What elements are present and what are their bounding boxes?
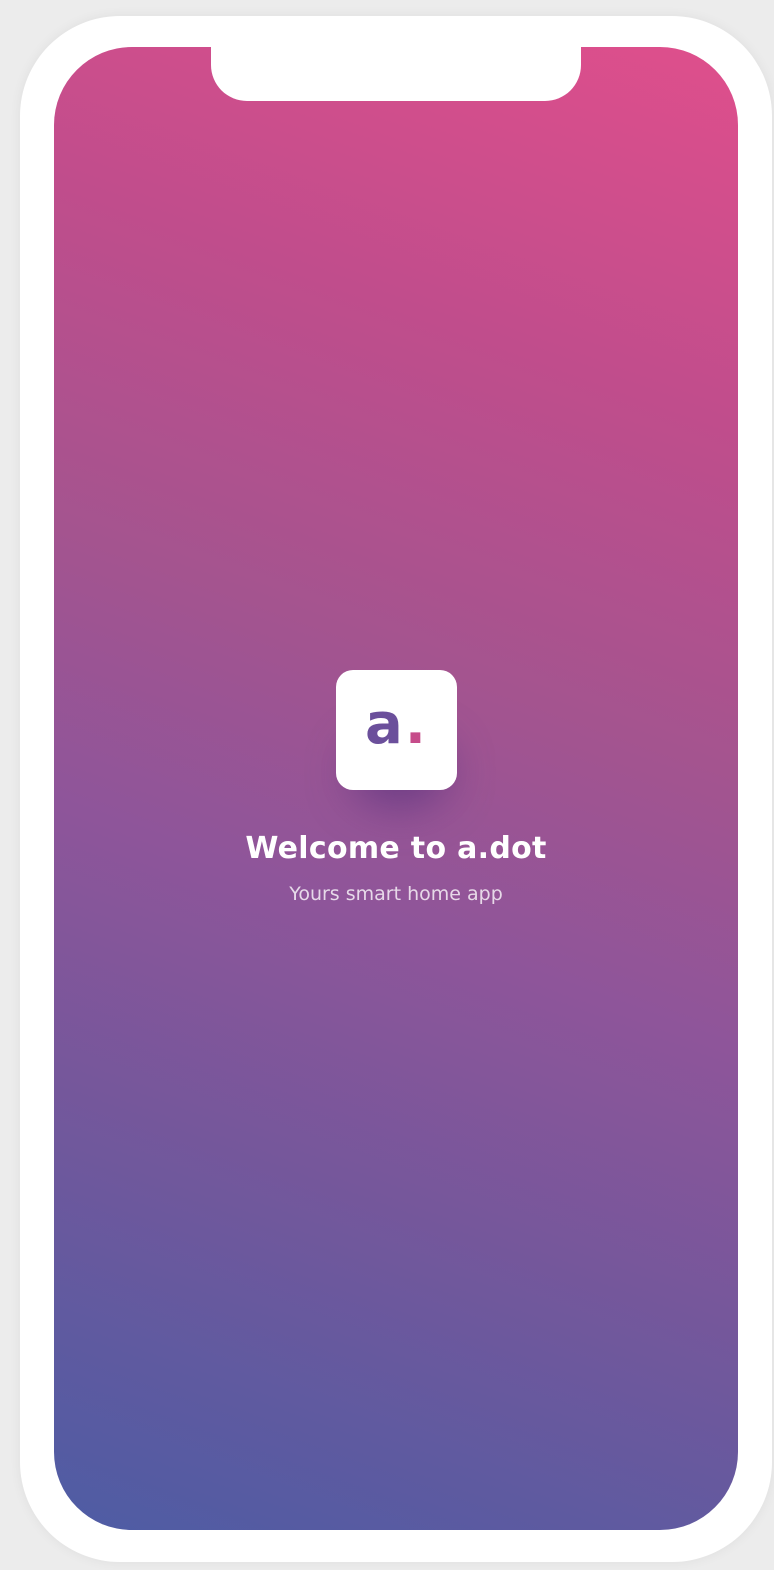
logo-letter: a <box>364 692 405 757</box>
splash-screen: a. Welcome to a.dot Yours smart home app <box>54 47 738 1530</box>
welcome-title: Welcome to a.dot <box>245 831 547 866</box>
phone-notch <box>211 47 581 101</box>
app-logo-mark: a. <box>365 697 428 753</box>
logo-dot: . <box>404 692 429 757</box>
welcome-subtitle: Yours smart home app <box>289 883 503 905</box>
app-logo: a. <box>336 670 457 790</box>
